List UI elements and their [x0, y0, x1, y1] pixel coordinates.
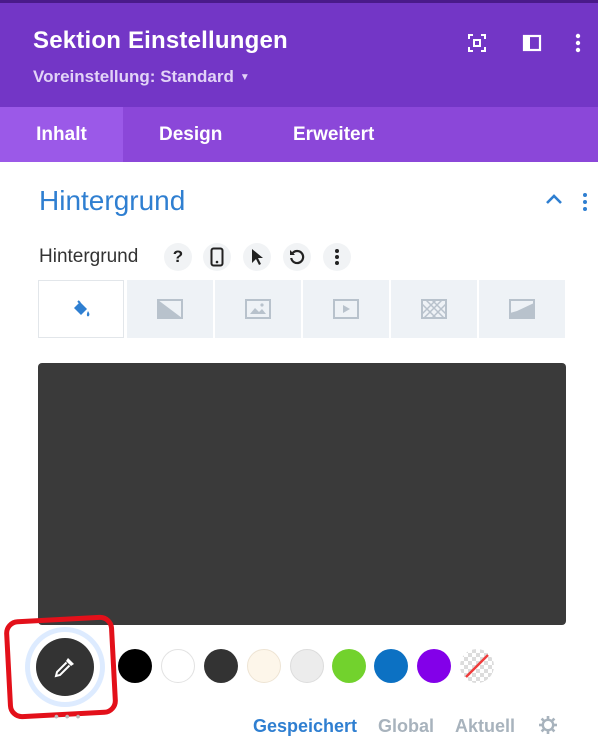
swatch-black[interactable]: [118, 649, 152, 683]
mobile-icon: [210, 247, 224, 267]
responsive-button[interactable]: [203, 243, 231, 271]
hover-button[interactable]: [243, 243, 271, 271]
background-type-tabs: [38, 280, 566, 338]
more-vert-icon[interactable]: [566, 31, 590, 55]
bg-tab-mask[interactable]: [479, 280, 565, 338]
video-icon: [333, 299, 359, 319]
cursor-icon: [252, 249, 263, 265]
help-button[interactable]: ?: [164, 243, 192, 271]
tab-design[interactable]: Design: [159, 107, 222, 162]
section-more-icon[interactable]: [580, 192, 590, 212]
no-color-slash-icon: [465, 654, 489, 678]
swatch-purple[interactable]: [417, 649, 451, 683]
mask-icon: [509, 299, 535, 319]
swatch-light-gray[interactable]: [290, 649, 324, 683]
more-vert-icon: [335, 249, 339, 265]
paint-bucket-icon: [74, 300, 90, 317]
reset-button[interactable]: [283, 243, 311, 271]
swatch-transparent[interactable]: [460, 649, 494, 683]
color-preview[interactable]: [38, 363, 566, 625]
bg-tab-video[interactable]: [303, 280, 389, 338]
focus-frame-icon[interactable]: [465, 31, 489, 55]
modal-title: Sektion Einstellungen: [33, 27, 288, 54]
help-icon: ?: [172, 247, 184, 266]
bg-tab-gradient[interactable]: [127, 280, 213, 338]
chevron-up-icon[interactable]: [544, 192, 564, 206]
pattern-icon: [421, 299, 447, 319]
palette-tab-saved[interactable]: Gespeichert: [253, 716, 357, 737]
preset-dropdown[interactable]: Voreinstellung: Standard ▼: [33, 67, 250, 87]
tab-bar: Inhalt Design Erweitert: [0, 107, 598, 162]
bg-tab-color[interactable]: [38, 280, 124, 338]
drag-handle-icon[interactable]: • • •: [54, 708, 81, 724]
bg-tab-image[interactable]: [215, 280, 301, 338]
caret-down-icon: ▼: [239, 72, 250, 83]
gradient-icon: [157, 299, 183, 319]
swatch-blue[interactable]: [374, 649, 408, 683]
swatch-green[interactable]: [332, 649, 366, 683]
palette-tab-global[interactable]: Global: [378, 716, 434, 737]
annotation-circle: [3, 614, 119, 720]
bg-tab-pattern[interactable]: [391, 280, 477, 338]
image-icon: [245, 299, 271, 319]
section-title[interactable]: Hintergrund: [39, 185, 185, 217]
swatch-white[interactable]: [161, 649, 195, 683]
palette-tab-current[interactable]: Aktuell: [455, 716, 515, 737]
tab-inhalt[interactable]: Inhalt: [0, 107, 123, 162]
tab-erweitert[interactable]: Erweitert: [293, 107, 374, 162]
sidebar-layout-icon[interactable]: [520, 31, 544, 55]
reset-icon: [290, 249, 305, 265]
swatch-dark-gray[interactable]: [204, 649, 238, 683]
gear-icon[interactable]: [538, 715, 558, 735]
field-label: Hintergrund: [39, 246, 139, 267]
swatch-cream[interactable]: [247, 649, 281, 683]
settings-header: Sektion Einstellungen Voreinstellung: St…: [0, 3, 598, 107]
field-more-button[interactable]: [323, 243, 351, 271]
preset-label: Voreinstellung: Standard: [33, 67, 234, 86]
